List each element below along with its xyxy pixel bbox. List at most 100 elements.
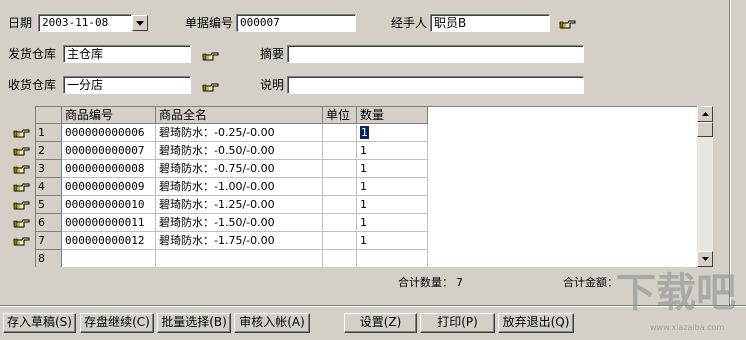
approve-post-button[interactable]: 审核入帐(A) <box>234 313 310 333</box>
grid-vertical-scrollbar[interactable] <box>697 106 713 267</box>
summary-field[interactable] <box>287 45 584 63</box>
cell-qty[interactable]: 1 <box>357 142 428 160</box>
cell-code[interactable]: 000000000012 <box>62 232 156 250</box>
col-header-qty[interactable]: 数量 <box>357 107 428 124</box>
row-number: 3 <box>36 160 62 178</box>
summary-label: 摘要 <box>260 47 285 61</box>
date-dropdown-button[interactable] <box>132 15 148 31</box>
cell-name[interactable]: 碧琦防水：-0.50/-0.00 <box>156 142 323 160</box>
cell-qty[interactable]: 1 <box>357 160 428 178</box>
table-row[interactable]: 8 <box>36 250 429 267</box>
total-qty-label: 合计数量： <box>398 276 453 289</box>
cell-unit[interactable] <box>323 124 357 142</box>
scroll-down-button[interactable] <box>697 251 713 267</box>
cell-qty[interactable] <box>357 250 428 267</box>
cell-name[interactable] <box>156 250 323 267</box>
cell-code[interactable]: 000000000011 <box>62 214 156 232</box>
table-row[interactable]: 5 000000000010 碧琦防水：-1.25/-0.00 1 <box>36 196 429 214</box>
table-row[interactable]: 7 000000000012 碧琦防水：-1.75/-0.00 1 <box>36 232 429 250</box>
cell-unit[interactable] <box>323 142 357 160</box>
row-number: 8 <box>36 250 62 267</box>
recv-warehouse-field[interactable]: 一分店 <box>63 76 191 94</box>
panel-edge-highlight <box>730 0 731 306</box>
col-header-code[interactable]: 商品编号 <box>62 107 156 124</box>
hand-pointer-icon[interactable] <box>13 235 31 247</box>
table-row[interactable]: 2 000000000007 碧琦防水：-0.50/-0.00 1 <box>36 142 429 160</box>
cell-qty[interactable]: 1 <box>357 124 428 142</box>
cell-unit[interactable] <box>323 250 357 267</box>
table-row[interactable]: 6 000000000011 碧琦防水：-1.50/-0.00 1 <box>36 214 429 232</box>
col-header-unit[interactable]: 单位 <box>323 107 357 124</box>
hand-pointer-icon[interactable] <box>13 181 31 193</box>
save-continue-button[interactable]: 存盘继续(C) <box>80 313 154 333</box>
row-number: 7 <box>36 232 62 250</box>
watermark-logo: 下载吧 <box>616 270 736 316</box>
recv-warehouse-label: 收货仓库 <box>8 78 57 92</box>
cell-code[interactable]: 000000000008 <box>62 160 156 178</box>
handler-field[interactable]: 职员B <box>430 14 550 32</box>
chevron-down-icon <box>701 257 709 261</box>
row-number: 2 <box>36 142 62 160</box>
table-row[interactable]: 1 000000000006 碧琦防水：-0.25/-0.00 1 <box>36 124 429 142</box>
cell-qty[interactable]: 1 <box>357 178 428 196</box>
cell-unit[interactable] <box>323 160 357 178</box>
hand-pointer-icon[interactable] <box>559 18 577 30</box>
cell-code[interactable]: 000000000010 <box>62 196 156 214</box>
doc-no-field[interactable]: 000007 <box>236 14 356 32</box>
print-button[interactable]: 打印(P) <box>420 313 495 333</box>
cell-qty[interactable]: 1 <box>357 232 428 250</box>
items-grid[interactable]: 商品编号 商品全名 单位 数量 1 000000000006 碧琦防水：-0.2… <box>35 106 698 267</box>
note-field[interactable] <box>287 76 584 94</box>
ship-warehouse-label: 发货仓库 <box>8 47 57 61</box>
cell-unit[interactable] <box>323 232 357 250</box>
cell-qty[interactable]: 1 <box>357 214 428 232</box>
row-number: 5 <box>36 196 62 214</box>
col-header-name[interactable]: 商品全名 <box>156 107 323 124</box>
ship-warehouse-field[interactable]: 主仓库 <box>63 45 191 63</box>
cell-code[interactable]: 000000000009 <box>62 178 156 196</box>
cell-code[interactable]: 000000000007 <box>62 142 156 160</box>
date-field[interactable]: 2003-11-08 <box>38 14 132 32</box>
cell-unit[interactable] <box>323 214 357 232</box>
total-amount-label: 合计金额： <box>563 276 618 289</box>
date-label: 日期 <box>8 16 33 30</box>
cell-name[interactable]: 碧琦防水：-0.25/-0.00 <box>156 124 323 142</box>
table-row[interactable]: 3 000000000008 碧琦防水：-0.75/-0.00 1 <box>36 160 429 178</box>
cell-qty[interactable]: 1 <box>357 196 428 214</box>
hand-pointer-icon[interactable] <box>202 50 220 62</box>
hand-pointer-icon[interactable] <box>13 199 31 211</box>
chevron-down-icon <box>136 20 144 26</box>
hand-pointer-icon[interactable] <box>13 217 31 229</box>
watermark-url: www.xiazaiba.com <box>650 323 725 332</box>
cell-unit[interactable] <box>323 178 357 196</box>
doc-no-label: 单据编号 <box>185 16 234 30</box>
chevron-up-icon <box>701 112 709 116</box>
scroll-up-button[interactable] <box>697 106 713 122</box>
handler-label: 经手人 <box>391 16 428 30</box>
cell-name[interactable]: 碧琦防水：-1.25/-0.00 <box>156 196 323 214</box>
cell-code[interactable] <box>62 250 156 267</box>
hand-pointer-icon[interactable] <box>202 81 220 93</box>
table-row[interactable]: 4 000000000009 碧琦防水：-1.00/-0.00 1 <box>36 178 429 196</box>
batch-select-button[interactable]: 批量选择(B) <box>157 313 231 333</box>
note-label: 说明 <box>260 78 285 92</box>
save-draft-button[interactable]: 存入草稿(S) <box>3 313 76 333</box>
cell-code[interactable]: 000000000006 <box>62 124 156 142</box>
row-number: 4 <box>36 178 62 196</box>
scroll-thumb[interactable] <box>697 122 713 137</box>
cell-name[interactable]: 碧琦防水：-1.75/-0.00 <box>156 232 323 250</box>
row-number: 6 <box>36 214 62 232</box>
hand-pointer-icon[interactable] <box>13 127 31 139</box>
total-qty-value: 7 <box>456 276 463 289</box>
grid-corner-header <box>36 107 62 124</box>
cell-name[interactable]: 碧琦防水：-0.75/-0.00 <box>156 160 323 178</box>
hand-pointer-icon[interactable] <box>13 163 31 175</box>
cell-name[interactable]: 碧琦防水：-1.00/-0.00 <box>156 178 323 196</box>
cell-unit[interactable] <box>323 196 357 214</box>
row-number: 1 <box>36 124 62 142</box>
cell-name[interactable]: 碧琦防水：-1.50/-0.00 <box>156 214 323 232</box>
cell-qty-selected-text: 1 <box>360 126 369 139</box>
hand-pointer-icon[interactable] <box>13 145 31 157</box>
abandon-exit-button[interactable]: 放弃退出(Q) <box>498 313 574 333</box>
settings-button[interactable]: 设置(Z) <box>344 313 417 333</box>
